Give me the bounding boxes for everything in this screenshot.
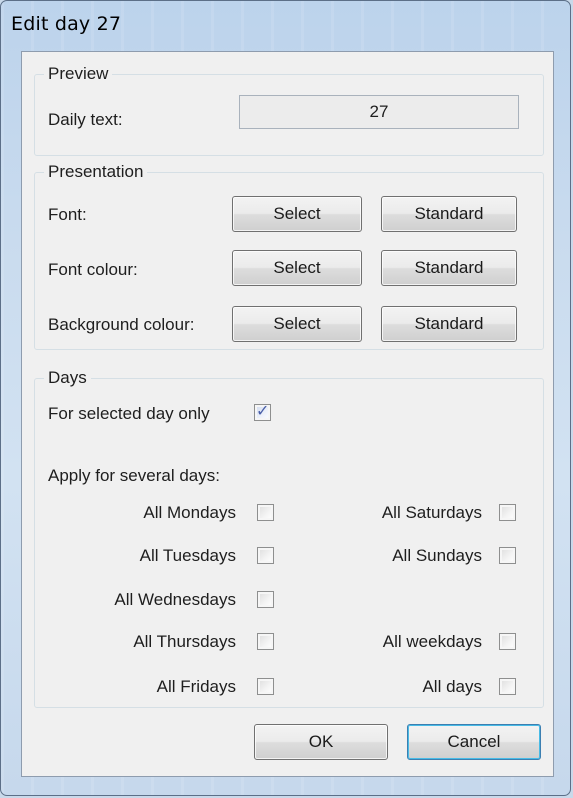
- edit-day-dialog: Edit day 27 Preview Daily text: 27 Prese…: [0, 0, 571, 796]
- window-title: Edit day 27: [11, 13, 122, 35]
- all-thursdays-label: All Thursdays: [133, 632, 236, 651]
- selected-day-only-checkbox[interactable]: ✓: [254, 401, 271, 421]
- daily-text-label: Daily text:: [48, 110, 123, 129]
- font-select-button[interactable]: Select: [232, 196, 362, 232]
- apply-several-days-label: Apply for several days:: [48, 466, 220, 485]
- cancel-button[interactable]: Cancel: [407, 724, 541, 760]
- days-legend: Days: [44, 368, 91, 388]
- all-fridays-label: All Fridays: [156, 677, 236, 696]
- all-mondays-checkbox[interactable]: [257, 504, 274, 521]
- all-thursdays-checkbox[interactable]: [257, 633, 274, 650]
- font-standard-button[interactable]: Standard: [381, 196, 517, 232]
- all-days-label: All days: [422, 677, 482, 696]
- daily-text-field: 27: [239, 95, 519, 129]
- checkmark-icon: ✓: [256, 401, 270, 420]
- all-weekdays-checkbox[interactable]: [499, 633, 516, 650]
- dialog-client-area: Preview Daily text: 27 Presentation Font…: [21, 51, 554, 777]
- all-days-checkbox[interactable]: [499, 678, 516, 695]
- font-colour-label: Font colour:: [48, 260, 138, 279]
- all-wednesdays-label: All Wednesdays: [114, 590, 236, 609]
- all-sundays-checkbox[interactable]: [499, 547, 516, 564]
- background-colour-select-button[interactable]: Select: [232, 306, 362, 342]
- background-colour-standard-button[interactable]: Standard: [381, 306, 517, 342]
- all-mondays-label: All Mondays: [143, 503, 236, 522]
- ok-button[interactable]: OK: [254, 724, 388, 760]
- all-saturdays-label: All Saturdays: [381, 503, 482, 522]
- selected-day-only-label: For selected day only: [48, 404, 210, 423]
- font-colour-standard-button[interactable]: Standard: [381, 250, 517, 286]
- all-tuesdays-checkbox[interactable]: [257, 547, 274, 564]
- font-label: Font:: [48, 205, 87, 224]
- all-tuesdays-label: All Tuesdays: [139, 546, 236, 565]
- preview-legend: Preview: [44, 64, 113, 84]
- all-fridays-checkbox[interactable]: [257, 678, 274, 695]
- background-colour-label: Background colour:: [48, 315, 195, 334]
- all-wednesdays-checkbox[interactable]: [257, 591, 274, 608]
- presentation-legend: Presentation: [44, 162, 148, 182]
- days-group: [34, 378, 544, 708]
- font-colour-select-button[interactable]: Select: [232, 250, 362, 286]
- all-sundays-label: All Sundays: [392, 546, 482, 565]
- all-weekdays-label: All weekdays: [382, 632, 482, 651]
- all-saturdays-checkbox[interactable]: [499, 504, 516, 521]
